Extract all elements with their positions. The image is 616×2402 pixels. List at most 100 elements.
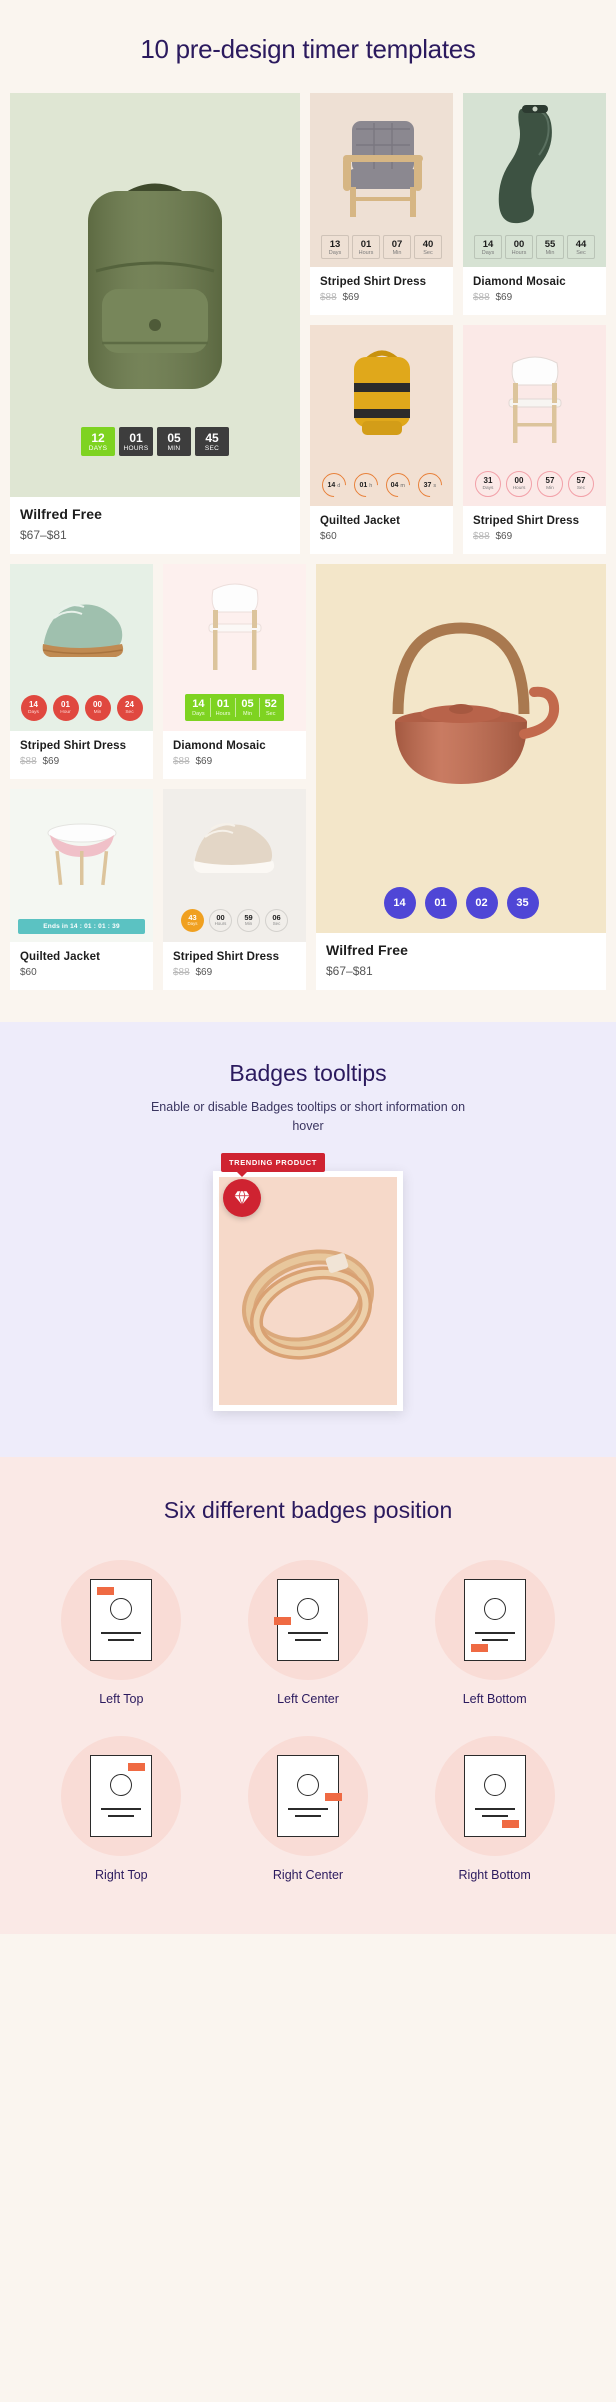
- product-card-striped-shirt-dress-chair[interactable]: 13 Days 01 Hours 07 Min 40 Sec Striped S…: [310, 93, 453, 316]
- price-current: $60: [20, 967, 37, 979]
- product-card-striped-shirt-dress-shoe[interactable]: 43 Days 00 Hours 59 Min 06 Sec Striped S…: [163, 789, 306, 991]
- mock-line: [101, 1631, 142, 1634]
- badge-tag-indicator: [501, 1819, 519, 1828]
- product-image-teapot: [316, 564, 606, 888]
- white-chair-illustration: [163, 564, 306, 695]
- price-old: $88: [173, 967, 190, 979]
- countdown-timer-light-boxes: 14 Days 00 Hours 55 Min 44 Sec: [463, 235, 606, 268]
- timer-unit-seconds: 57 Sec: [568, 471, 594, 498]
- price-old: $88: [20, 756, 37, 768]
- mock-line: [481, 1814, 508, 1818]
- badge-circle[interactable]: [223, 1178, 261, 1217]
- positions-section-title: Six different badges position: [163, 1496, 453, 1523]
- product-image-white-chair: [463, 325, 606, 472]
- position-option-left-bottom[interactable]: Left Bottom: [401, 1559, 588, 1706]
- position-label: Right Center: [272, 1867, 344, 1882]
- product-card-quilted-jacket-backpack[interactable]: 14 d 01 h 04 m 37 s Quilted Jacket $60: [310, 325, 453, 555]
- product-mock: [276, 1754, 342, 1837]
- product-info: Quilted Jacket $60: [310, 506, 453, 555]
- product-mock: [90, 1754, 153, 1837]
- timer-unit-seconds: 52 Sec: [264, 698, 277, 718]
- product-info: Quilted Jacket $60: [10, 942, 153, 991]
- price-current: $67–$81: [326, 964, 373, 979]
- timer-unit-seconds: 06 Sec: [265, 909, 288, 933]
- position-option-right-bottom[interactable]: Right Bottom: [401, 1735, 588, 1882]
- product-price: $60: [320, 531, 443, 542]
- badge-product-card[interactable]: [213, 1170, 403, 1411]
- position-option-left-center[interactable]: Left Center: [215, 1559, 402, 1706]
- mock-image-circle: [110, 1597, 133, 1620]
- product-image-device: [463, 93, 606, 235]
- product-price: $67–$81: [20, 528, 290, 542]
- price-old: $88: [320, 292, 337, 304]
- mock-image-circle: [296, 1773, 319, 1796]
- timer-unit-days: 12 DAYS: [81, 426, 115, 457]
- price-current: $69: [495, 292, 513, 304]
- beige-sneaker-illustration: [163, 789, 306, 910]
- product-title: Wilfred Free: [20, 506, 102, 523]
- timer-unit-seconds: 37 s: [412, 468, 447, 503]
- product-title: Quilted Jacket: [320, 515, 401, 528]
- countdown-timer-purple-circles: 14 01 02 35: [316, 887, 606, 934]
- timer-unit-minutes: 00 Min: [84, 695, 111, 722]
- timer-unit-seconds: 35: [506, 887, 539, 920]
- product-image-sneaker: [10, 564, 153, 696]
- product-image-yellow-backpack: [310, 325, 453, 474]
- timer-unit-days: 13 Days: [321, 235, 349, 260]
- timer-pill-text: Ends in 14 : 01 : 01 : 39: [18, 919, 145, 935]
- product-card-striped-shirt-dress-whitechair[interactable]: 31 Days 00 Hours 57 Min 57 Sec Striped S…: [463, 325, 606, 555]
- product-card-diamond-mosaic-device[interactable]: 14 Days 00 Hours 55 Min 44 Sec Diamond M…: [463, 93, 606, 316]
- product-title: Striped Shirt Dress: [473, 515, 580, 528]
- timer-unit-days: 14 d: [316, 468, 351, 503]
- product-price: $88 $69: [173, 756, 296, 767]
- positions-grid: Left Top Left Center Left Bottom Right T…: [28, 1559, 588, 1882]
- timer-unit-days: 14 Days: [187, 698, 211, 718]
- timer-unit-minutes: 59 Min: [237, 909, 260, 933]
- badge-tag-indicator: [273, 1616, 291, 1625]
- mock-image-circle: [110, 1773, 133, 1796]
- countdown-timer-teal-pill: Ends in 14 : 01 : 01 : 39: [10, 919, 153, 943]
- timer-unit-minutes: 04 m: [380, 468, 415, 503]
- price-old: $88: [473, 531, 490, 543]
- position-option-right-top[interactable]: Right Top: [28, 1735, 215, 1882]
- timer-unit-minutes: 05 MIN: [157, 426, 191, 457]
- product-info: Wilfred Free $67–$81: [10, 497, 300, 555]
- product-price: $67–$81: [326, 964, 596, 978]
- timer-unit-hours: 00 Hours: [505, 235, 533, 260]
- timer-unit-days: 14 Days: [474, 235, 502, 260]
- timer-templates-section: 10 pre-design timer templates 12 DAYS 01…: [0, 0, 616, 1023]
- price-current: $69: [342, 292, 360, 304]
- mock-line: [287, 1807, 328, 1810]
- mock-line: [108, 1814, 135, 1818]
- mock-line: [481, 1638, 508, 1642]
- position-label: Left Bottom: [462, 1691, 527, 1706]
- product-info: Striped Shirt Dress $88 $69: [463, 506, 606, 555]
- timer-unit-minutes: 05 Min: [236, 698, 260, 718]
- product-card-wilfred-free-teapot[interactable]: 14 01 02 35 Wilfred Free $67–$81: [316, 564, 606, 991]
- position-option-right-center[interactable]: Right Center: [215, 1735, 402, 1882]
- position-label: Right Top: [95, 1867, 148, 1882]
- mock-line: [294, 1638, 321, 1642]
- mock-line: [474, 1631, 515, 1634]
- position-preview: [61, 1559, 182, 1680]
- product-title: Striped Shirt Dress: [320, 276, 427, 289]
- product-card-striped-shirt-dress-sneaker[interactable]: 14 Days 01 Hour 00 Min 24 Sec Striped Sh…: [10, 564, 153, 780]
- timer-unit-minutes: 02: [465, 887, 498, 920]
- timer-unit-hours: 01 Hours: [211, 698, 237, 718]
- position-label: Left Top: [99, 1691, 144, 1706]
- product-price: $60: [20, 967, 143, 978]
- product-info: Wilfred Free $67–$81: [316, 933, 606, 991]
- product-image-chair2: [163, 564, 306, 695]
- product-card-diamond-mosaic-chair[interactable]: 14 Days 01 Hours 05 Min 52 Sec Diamond M…: [163, 564, 306, 780]
- position-preview: [434, 1559, 555, 1680]
- timer-unit-hours: 01 Hours: [352, 235, 380, 260]
- product-card-wilfred-free-backpack[interactable]: 12 DAYS 01 HOURS 05 MIN 45 SEC Wilfred F…: [10, 93, 300, 555]
- product-price: $88 $69: [173, 967, 296, 978]
- price-current: $67–$81: [20, 528, 67, 543]
- position-option-left-top[interactable]: Left Top: [28, 1559, 215, 1706]
- product-card-quilted-jacket-stool[interactable]: Ends in 14 : 01 : 01 : 39 Quilted Jacket…: [10, 789, 153, 991]
- template-row-2: 14 Days 01 Hour 00 Min 24 Sec Striped Sh…: [10, 564, 606, 991]
- badge-demo: TRENDING PRODUCT: [213, 1152, 403, 1411]
- timer-unit-hours: 01 HOURS: [119, 426, 153, 457]
- countdown-timer-green-bar: 14 Days 01 Hours 05 Min 52 Sec: [163, 694, 306, 732]
